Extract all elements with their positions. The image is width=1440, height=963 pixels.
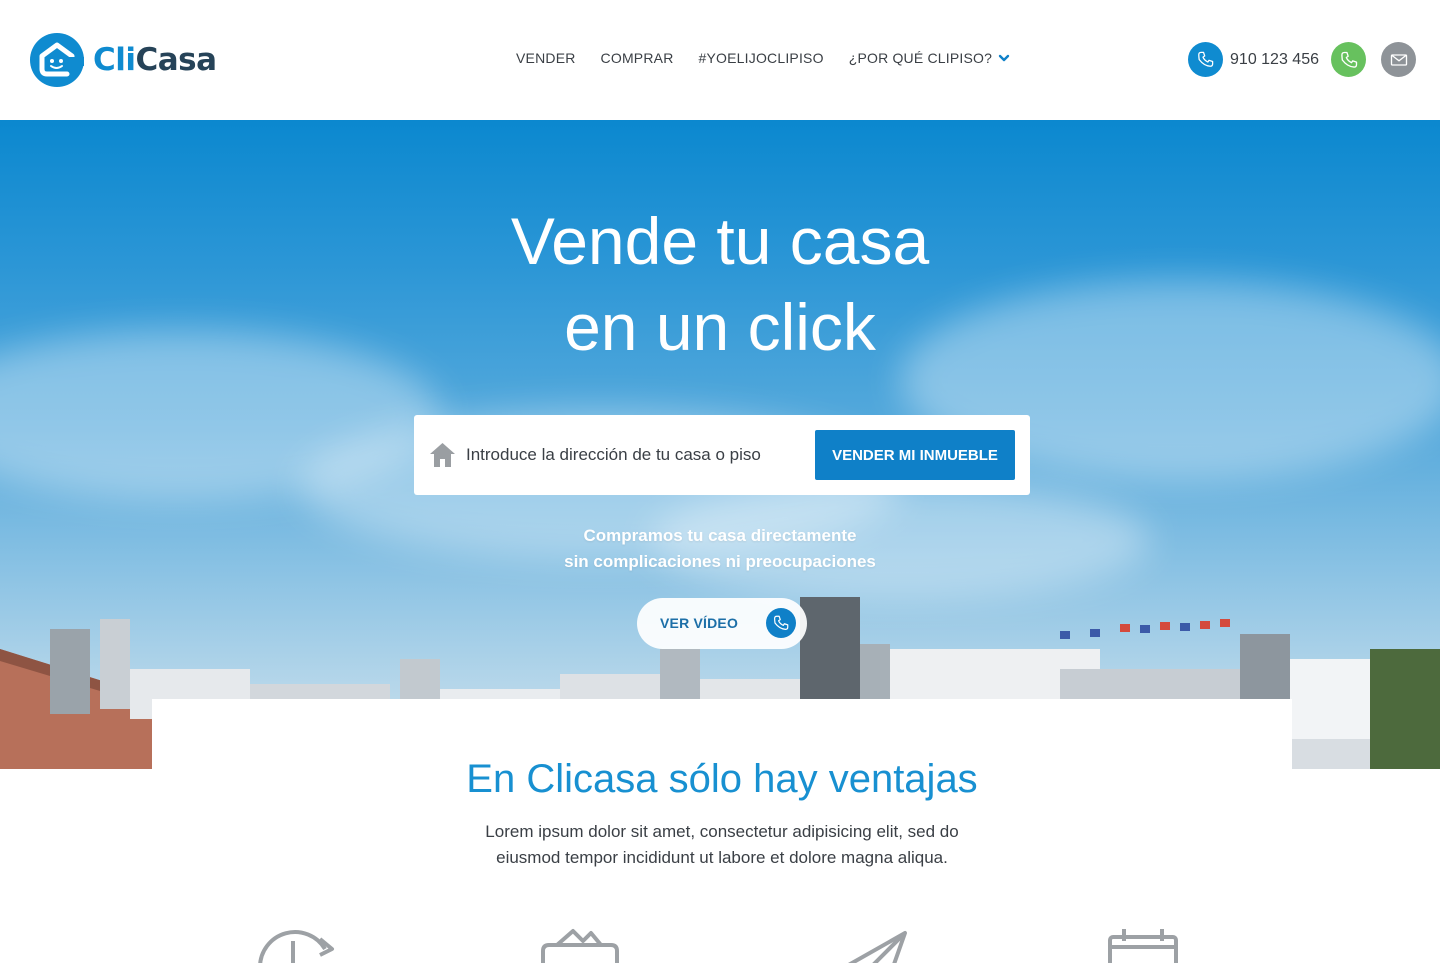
nav-item-por-que-clipiso-label: ¿POR QUÉ CLIPISO? bbox=[848, 50, 993, 66]
hero-subtitle-line2: sin complicaciones ni preocupaciones bbox=[564, 552, 876, 571]
hero-title: Vende tu casa en un click bbox=[0, 198, 1440, 370]
advantages-title: En Clicasa sólo hay ventajas bbox=[466, 757, 978, 801]
logo-text-cli: Cli bbox=[93, 42, 136, 78]
advantages-text-line1: Lorem ipsum dolor sit amet, consectetur … bbox=[485, 822, 959, 841]
phone-icon bbox=[1198, 51, 1214, 67]
sell-property-button[interactable]: VENDER MI INMUEBLE bbox=[815, 430, 1015, 480]
address-search-input[interactable] bbox=[466, 435, 796, 475]
mail-icon bbox=[1390, 53, 1407, 66]
whatsapp-icon bbox=[1340, 51, 1357, 68]
advantages-description: Lorem ipsum dolor sit amet, consectetur … bbox=[442, 819, 1002, 871]
nav-item-comprar[interactable]: COMPRAR bbox=[601, 50, 674, 66]
clicasa-logo[interactable]: CliCasa bbox=[30, 32, 217, 88]
phone-number[interactable]: 910 123 456 bbox=[1230, 51, 1319, 69]
whatsapp-button[interactable] bbox=[1331, 42, 1366, 77]
main-nav: VENDER COMPRAR #YOELIJOCLIPISO ¿POR QUÉ … bbox=[516, 48, 1010, 68]
contact-bar: 910 123 456 bbox=[1188, 42, 1416, 77]
advantages-section: En Clicasa sólo hay ventajas Lorem ipsum… bbox=[152, 699, 1292, 963]
nav-item-vender[interactable]: VENDER bbox=[516, 50, 576, 66]
hero-title-line2: en un click bbox=[564, 290, 876, 364]
nav-item-yoelijoclipiso[interactable]: #YOELIJOCLIPISO bbox=[699, 50, 824, 66]
logo-text-casa: Casa bbox=[135, 42, 218, 78]
advantages-text-line2: eiusmod tempor incididunt ut labore et d… bbox=[496, 848, 948, 867]
video-phone-icon bbox=[766, 608, 796, 638]
hero-title-line1: Vende tu casa bbox=[510, 204, 930, 278]
watch-video-label: VER VÍDEO bbox=[660, 615, 739, 631]
hero-section: Vende tu casa en un click VENDER MI INMU… bbox=[0, 120, 1440, 769]
paper-plane-icon bbox=[848, 931, 907, 963]
chevron-down-icon bbox=[998, 54, 1010, 62]
hero-subtitle-line1: Compramos tu casa directamente bbox=[583, 526, 857, 545]
phone-icon bbox=[774, 615, 789, 630]
address-search-box: VENDER MI INMUEBLE bbox=[414, 415, 1030, 495]
phone-button[interactable] bbox=[1188, 42, 1224, 77]
nav-item-por-que-clipiso[interactable]: ¿POR QUÉ CLIPISO? bbox=[849, 50, 1010, 66]
watch-video-button[interactable]: VER VÍDEO bbox=[637, 598, 807, 649]
clock-refresh-icon bbox=[258, 930, 334, 963]
calendar-icon bbox=[1108, 929, 1178, 963]
mail-button[interactable] bbox=[1381, 42, 1416, 77]
wallet-icon bbox=[541, 929, 619, 963]
logo-text: CliCasa bbox=[93, 42, 217, 78]
hero-subtitle: Compramos tu casa directamente sin compl… bbox=[0, 523, 1440, 575]
logo-house-icon bbox=[30, 33, 84, 87]
site-header: CliCasa VENDER COMPRAR #YOELIJOCLIPISO ¿… bbox=[0, 0, 1440, 120]
house-icon bbox=[430, 443, 455, 467]
